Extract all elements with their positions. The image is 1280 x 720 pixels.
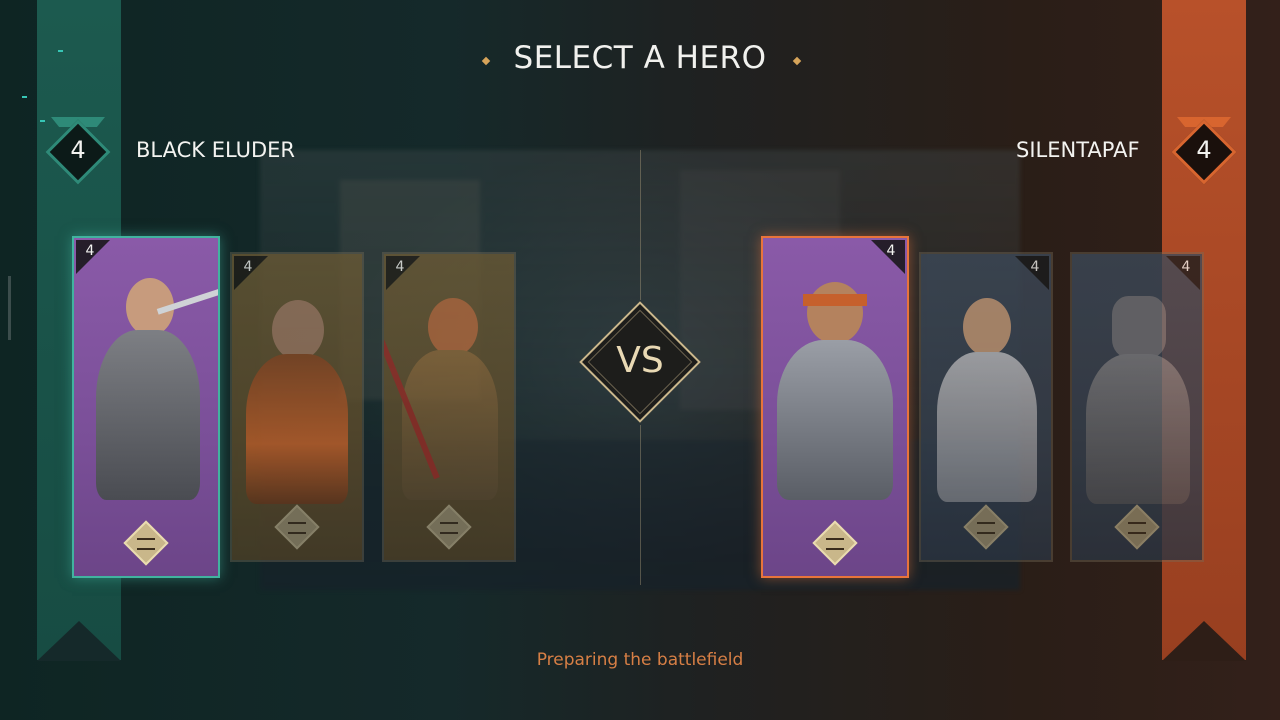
hero-level: 4 — [1030, 259, 1040, 275]
monkey-king-portrait — [384, 284, 504, 504]
left-player-name: BLACK ELUDER — [136, 138, 296, 162]
hero-class-badge — [812, 520, 858, 566]
hero-card-swordswoman[interactable]: 4 — [72, 236, 220, 578]
side-scroll-indicator — [8, 276, 11, 340]
hero-card-helmeted-knight[interactable]: 4 — [1070, 252, 1204, 562]
hero-class-badge — [963, 504, 1009, 550]
right-player-rank: 4 — [1196, 136, 1212, 164]
hero-select-screen: SELECT A HERO 4 BLACK ELUDER SILENTAPAF … — [0, 0, 1280, 720]
hero-level: 4 — [243, 259, 253, 275]
hero-class-badge — [426, 504, 472, 550]
hero-class-badge — [274, 504, 320, 550]
status-message: Preparing the battlefield — [536, 650, 744, 670]
helmeted-knight-portrait — [1082, 284, 1192, 504]
spark-effect — [58, 50, 63, 52]
right-player-name: SILENTAPAF — [1016, 138, 1140, 162]
hero-card-fire-mage[interactable]: 4 — [230, 252, 364, 562]
page-title: SELECT A HERO — [513, 40, 767, 76]
left-player-rank: 4 — [70, 136, 86, 164]
hero-card-blonde-knight[interactable]: 4 — [919, 252, 1053, 562]
hero-level: 4 — [886, 243, 896, 259]
vs-ray-bottom — [640, 425, 641, 585]
hero-class-badge — [123, 520, 169, 566]
fire-mage-portrait — [242, 284, 352, 504]
right-player-rank-emblem: 4 — [1169, 117, 1239, 187]
blonde-knight-portrait — [931, 284, 1041, 504]
headband-warrior-portrait — [773, 268, 897, 508]
vs-ray-top — [640, 150, 641, 300]
left-player-rank-emblem: 4 — [43, 117, 113, 187]
swordswoman-portrait — [86, 268, 218, 508]
hero-level: 4 — [85, 243, 95, 259]
spark-effect — [22, 96, 27, 98]
hero-card-monkey-king[interactable]: 4 — [382, 252, 516, 562]
vs-label: VS — [616, 340, 664, 381]
hero-level: 4 — [1181, 259, 1191, 275]
hero-class-badge — [1114, 504, 1160, 550]
hero-level: 4 — [395, 259, 405, 275]
hero-card-headband-warrior[interactable]: 4 — [761, 236, 909, 578]
